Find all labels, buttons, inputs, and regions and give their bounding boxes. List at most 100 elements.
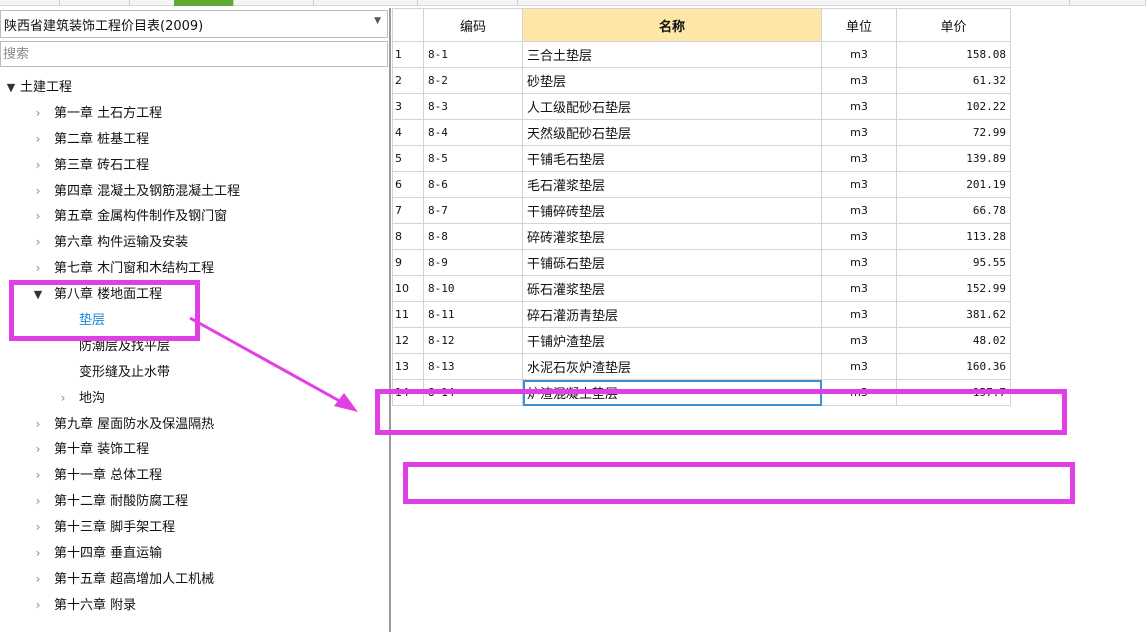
row-number-cell[interactable]: 3	[392, 93, 424, 120]
tree-item[interactable]: › 第十六章 附录	[0, 593, 388, 619]
table-row[interactable]: 5 8-5 干铺毛石垫层 m3 139.89	[392, 145, 1011, 172]
tree-item[interactable]: › 地沟	[0, 386, 388, 412]
price-cell[interactable]: 157.7	[896, 379, 1011, 406]
tree-item[interactable]: › 第九章 屋面防水及保温隔热	[0, 412, 388, 438]
unit-cell[interactable]: m3	[821, 327, 897, 354]
name-cell[interactable]: 砂垫层	[522, 67, 822, 94]
unit-cell[interactable]: m3	[821, 41, 897, 68]
table-row[interactable]: 7 8-7 干铺碎砖垫层 m3 66.78	[392, 197, 1011, 224]
row-number-cell[interactable]: 8	[392, 223, 424, 250]
price-cell[interactable]: 72.99	[896, 119, 1011, 146]
tree-item[interactable]: › 第十三章 脚手架工程	[0, 515, 388, 541]
tree-item[interactable]: 变形缝及止水带	[0, 360, 388, 386]
name-cell[interactable]: 干铺毛石垫层	[522, 145, 822, 172]
row-number-cell[interactable]: 4	[392, 119, 424, 146]
row-number-cell[interactable]: 10	[392, 275, 424, 302]
unit-cell[interactable]: m3	[821, 249, 897, 276]
table-row[interactable]: 14 8-14 炉渣混凝土垫层 m3 157.7	[392, 379, 1011, 406]
unit-cell[interactable]: m3	[821, 353, 897, 380]
code-cell[interactable]: 8-4	[423, 119, 523, 146]
chevron-right-icon[interactable]: ›	[31, 593, 45, 619]
catalog-dropdown[interactable]: 陕西省建筑装饰工程价目表(2009) ▼	[0, 10, 388, 38]
table-row[interactable]: 3 8-3 人工级配砂石垫层 m3 102.22	[392, 93, 1011, 120]
price-cell[interactable]: 381.62	[896, 301, 1011, 328]
header-name[interactable]: 名称	[522, 8, 822, 42]
price-cell[interactable]: 201.19	[896, 171, 1011, 198]
code-cell[interactable]: 8-14	[423, 379, 523, 406]
code-cell[interactable]: 8-2	[423, 67, 523, 94]
chevron-down-icon[interactable]: ▼	[374, 16, 381, 26]
toolbar-tab[interactable]	[314, 0, 418, 6]
header-code[interactable]: 编码	[423, 8, 523, 42]
code-cell[interactable]: 8-3	[423, 93, 523, 120]
header-price[interactable]: 单价	[896, 8, 1011, 42]
row-number-cell[interactable]: 13	[392, 353, 424, 380]
name-cell[interactable]: 干铺砾石垫层	[522, 249, 822, 276]
chevron-right-icon[interactable]: ›	[56, 386, 70, 412]
price-cell[interactable]: 152.99	[896, 275, 1011, 302]
table-row[interactable]: 10 8-10 砾石灌浆垫层 m3 152.99	[392, 275, 1011, 302]
tree-item[interactable]: › 第四章 混凝土及钢筋混凝土工程	[0, 179, 388, 205]
code-cell[interactable]: 8-13	[423, 353, 523, 380]
chevron-right-icon[interactable]: ›	[31, 437, 45, 463]
unit-cell[interactable]: m3	[821, 301, 897, 328]
row-number-cell[interactable]: 7	[392, 197, 424, 224]
unit-cell[interactable]: m3	[821, 197, 897, 224]
chevron-right-icon[interactable]: ›	[31, 230, 45, 256]
unit-cell[interactable]: m3	[821, 275, 897, 302]
tree-item[interactable]: 防潮层及找平层	[0, 334, 388, 360]
header-unit[interactable]: 单位	[821, 8, 897, 42]
price-cell[interactable]: 61.32	[896, 67, 1011, 94]
code-cell[interactable]: 8-9	[423, 249, 523, 276]
tree-item[interactable]: › 第十五章 超高增加人工机械	[0, 567, 388, 593]
search-input[interactable]	[0, 41, 388, 67]
tree-item[interactable]: ▼ 土建工程	[0, 75, 388, 101]
unit-cell[interactable]: m3	[821, 119, 897, 146]
unit-cell[interactable]: m3	[821, 223, 897, 250]
price-cell[interactable]: 158.08	[896, 41, 1011, 68]
code-cell[interactable]: 8-7	[423, 197, 523, 224]
row-number-cell[interactable]: 14	[392, 379, 424, 406]
toolbar-tab[interactable]	[990, 0, 1070, 6]
code-cell[interactable]: 8-12	[423, 327, 523, 354]
toolbar-tab-active[interactable]	[174, 0, 234, 6]
table-row[interactable]: 13 8-13 水泥石灰炉渣垫层 m3 160.36	[392, 353, 1011, 380]
unit-cell[interactable]: m3	[821, 171, 897, 198]
name-cell[interactable]: 碎砖灌浆垫层	[522, 223, 822, 250]
unit-cell[interactable]: m3	[821, 67, 897, 94]
price-cell[interactable]: 102.22	[896, 93, 1011, 120]
name-cell[interactable]: 炉渣混凝土垫层	[522, 379, 822, 406]
toolbar-tab[interactable]	[0, 0, 60, 6]
table-row[interactable]: 11 8-11 碎石灌沥青垫层 m3 381.62	[392, 301, 1011, 328]
panel-divider[interactable]	[389, 8, 391, 632]
code-cell[interactable]: 8-8	[423, 223, 523, 250]
table-row[interactable]: 6 8-6 毛石灌浆垫层 m3 201.19	[392, 171, 1011, 198]
name-cell[interactable]: 干铺炉渣垫层	[522, 327, 822, 354]
price-cell[interactable]: 66.78	[896, 197, 1011, 224]
tree-item[interactable]: ▼ 第八章 楼地面工程	[0, 282, 388, 308]
chevron-right-icon[interactable]: ›	[31, 515, 45, 541]
tree-item[interactable]: › 第十二章 耐酸防腐工程	[0, 489, 388, 515]
row-number-cell[interactable]: 2	[392, 67, 424, 94]
price-cell[interactable]: 48.02	[896, 327, 1011, 354]
name-cell[interactable]: 砾石灌浆垫层	[522, 275, 822, 302]
name-cell[interactable]: 天然级配砂石垫层	[522, 119, 822, 146]
chevron-right-icon[interactable]: ›	[31, 489, 45, 515]
row-number-cell[interactable]: 1	[392, 41, 424, 68]
unit-cell[interactable]: m3	[821, 379, 897, 406]
code-cell[interactable]: 8-6	[423, 171, 523, 198]
name-cell[interactable]: 干铺碎砖垫层	[522, 197, 822, 224]
chevron-right-icon[interactable]: ›	[31, 412, 45, 438]
table-row[interactable]: 4 8-4 天然级配砂石垫层 m3 72.99	[392, 119, 1011, 146]
table-row[interactable]: 12 8-12 干铺炉渣垫层 m3 48.02	[392, 327, 1011, 354]
tree-item[interactable]: 垫层	[0, 308, 388, 334]
table-row[interactable]: 8 8-8 碎砖灌浆垫层 m3 113.28	[392, 223, 1011, 250]
tree-item[interactable]: › 第十一章 总体工程	[0, 463, 388, 489]
row-number-cell[interactable]: 6	[392, 171, 424, 198]
tree-item[interactable]: › 第十章 装饰工程	[0, 437, 388, 463]
toolbar-tab[interactable]	[418, 0, 518, 6]
toolbar-tab[interactable]	[234, 0, 314, 6]
unit-cell[interactable]: m3	[821, 145, 897, 172]
table-row[interactable]: 9 8-9 干铺砾石垫层 m3 95.55	[392, 249, 1011, 276]
row-number-cell[interactable]: 11	[392, 301, 424, 328]
